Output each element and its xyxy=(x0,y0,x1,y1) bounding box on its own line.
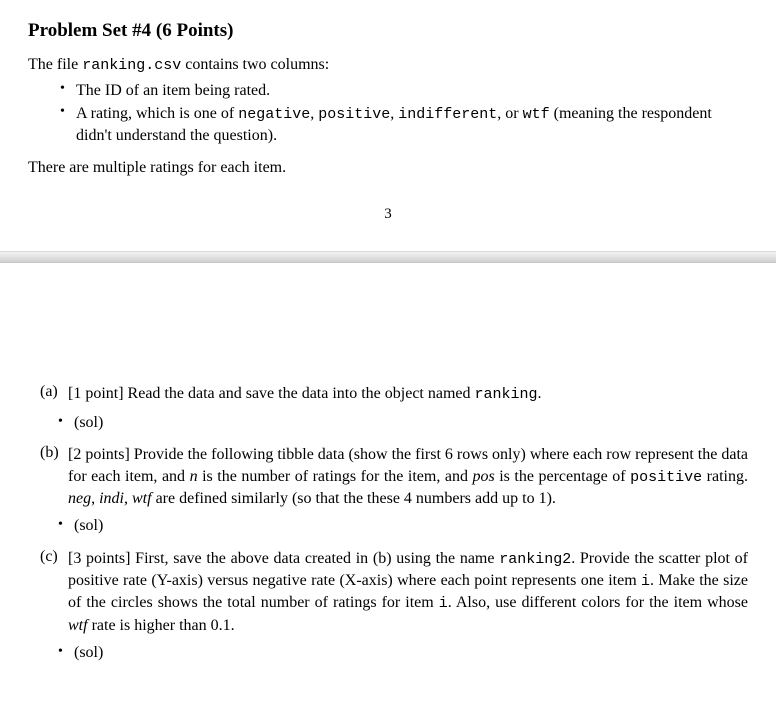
code-positive: positive xyxy=(318,106,390,123)
title-prefix: Problem Set #4 ( xyxy=(28,20,162,41)
title-suffix: ) xyxy=(227,20,233,41)
part-c-body: [3 points] First, save the above data cr… xyxy=(68,548,748,636)
ital-indi: indi xyxy=(99,490,124,507)
part-b-label: (b) xyxy=(40,444,68,509)
code-positive-b: positive xyxy=(630,469,702,486)
problem-set-title: Problem Set #4 (6 Points) xyxy=(28,20,748,42)
sol-item: (sol) xyxy=(60,642,748,664)
page-1: Problem Set #4 (6 Points) The file ranki… xyxy=(0,0,776,251)
part-a-body: [1 point] Read the data and save the dat… xyxy=(68,383,748,405)
part-b-sol-list: (sol) xyxy=(28,515,748,537)
code-indifferent: indifferent xyxy=(398,106,497,123)
ital-wtf-c: wtf xyxy=(68,617,88,634)
page-divider xyxy=(0,251,776,263)
sol-item: (sol) xyxy=(60,412,748,434)
ital-pos: pos xyxy=(472,468,494,485)
part-a: (a) [1 point] Read the data and save the… xyxy=(28,383,748,405)
code-i-1: i xyxy=(641,573,650,590)
list-item: A rating, which is one of negative, posi… xyxy=(62,103,748,147)
title-points: 6 Points xyxy=(162,20,227,41)
part-a-label: (a) xyxy=(40,383,68,405)
sol-item: (sol) xyxy=(60,515,748,537)
code-negative: negative xyxy=(238,106,310,123)
columns-list: The ID of an item being rated. A rating,… xyxy=(28,80,748,146)
code-i-2: i xyxy=(439,595,448,612)
code-ranking: ranking xyxy=(475,386,538,403)
page-2: (a) [1 point] Read the data and save the… xyxy=(0,263,776,694)
intro-line-1: The file ranking.csv contains two column… xyxy=(28,54,748,76)
intro-line-2: There are multiple ratings for each item… xyxy=(28,157,748,179)
part-c-sol-list: (sol) xyxy=(28,642,748,664)
ital-wtf-b: wtf xyxy=(132,490,152,507)
part-c: (c) [3 points] First, save the above dat… xyxy=(28,548,748,636)
code-wtf: wtf xyxy=(523,106,550,123)
part-a-sol-list: (sol) xyxy=(28,412,748,434)
ital-neg: neg xyxy=(68,490,91,507)
part-c-label: (c) xyxy=(40,548,68,636)
ital-n: n xyxy=(190,468,198,485)
page-number: 3 xyxy=(28,206,748,223)
code-ranking-csv: ranking.csv xyxy=(82,57,181,74)
code-ranking2: ranking2 xyxy=(499,551,571,568)
part-b-body: [2 points] Provide the following tibble … xyxy=(68,444,748,509)
part-b: (b) [2 points] Provide the following tib… xyxy=(28,444,748,509)
list-item: The ID of an item being rated. xyxy=(62,80,748,102)
